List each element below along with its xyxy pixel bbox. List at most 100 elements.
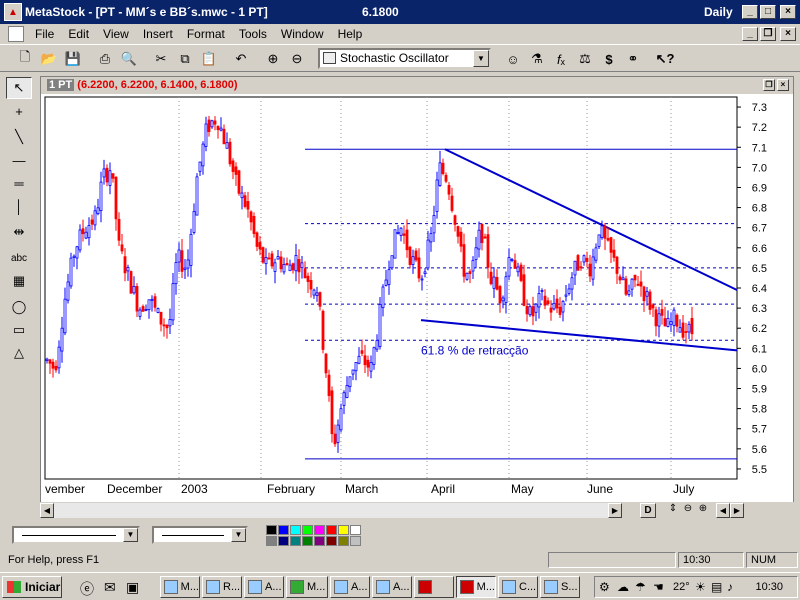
indicator-select[interactable]: Stochastic Oscillator ▼	[318, 48, 491, 69]
taskbar-button-5[interactable]: A...	[330, 576, 370, 598]
palette-swatch[interactable]	[302, 536, 313, 546]
paste-icon[interactable]: 📋	[198, 48, 220, 70]
price-chart[interactable]: 7.3 7.2 7.1 7.0 6.9 6.8 6.7 6.6 6.5 6.4 6.3 6.2 6.1 6…	[41, 95, 793, 519]
scroll-end-right-icon[interactable]: ▶	[730, 503, 744, 518]
sun-icon[interactable]: ☀	[695, 580, 706, 594]
zoom-in-icon[interactable]: ⊕	[262, 48, 284, 70]
rectangle-icon[interactable]: ▭	[6, 319, 32, 341]
system-tester-icon[interactable]: ⚖	[574, 48, 596, 70]
menu-edit[interactable]: Edit	[61, 27, 96, 41]
minimize-button[interactable]: _	[742, 5, 758, 19]
cut-icon[interactable]: ✂	[150, 48, 172, 70]
explorer-icon[interactable]: ⚗	[526, 48, 548, 70]
dollar-icon[interactable]: $	[598, 48, 620, 70]
line-style-select[interactable]: ▼	[12, 526, 140, 544]
metastock-app-icon[interactable]: ▲	[4, 3, 22, 21]
menu-insert[interactable]: Insert	[136, 27, 180, 41]
scroll-end-left-icon[interactable]: ◀	[716, 503, 730, 518]
expert-advisor-icon[interactable]: ☺	[502, 48, 524, 70]
vertical-line-icon[interactable]: │	[6, 195, 32, 217]
chart-close-button[interactable]: ×	[777, 79, 789, 91]
palette-swatch[interactable]	[350, 525, 361, 535]
scroll-right-icon[interactable]: ▶	[608, 503, 622, 518]
scroll-track[interactable]	[54, 503, 608, 518]
palette-swatch[interactable]	[266, 536, 277, 546]
document-icon[interactable]	[8, 26, 24, 42]
crosshair-icon[interactable]: +	[6, 100, 32, 122]
trendline-icon[interactable]: ╲	[6, 126, 32, 148]
palette-swatch[interactable]	[302, 525, 313, 535]
palette-swatch[interactable]	[350, 536, 361, 546]
palette-swatch[interactable]	[326, 525, 337, 535]
pointer-icon[interactable]: ↖	[6, 77, 32, 99]
chevron-down-icon[interactable]: ▼	[473, 50, 489, 67]
palette-swatch[interactable]	[278, 525, 289, 535]
text-icon[interactable]: abc	[6, 247, 32, 269]
open-folder-icon[interactable]: 📂	[38, 48, 60, 70]
palette-swatch[interactable]	[338, 525, 349, 535]
menu-format[interactable]: Format	[180, 27, 232, 41]
formula-icon[interactable]: fₓ	[550, 48, 572, 70]
binoculars-icon[interactable]: ⚭	[622, 48, 644, 70]
palette-swatch[interactable]	[314, 536, 325, 546]
close-button[interactable]: ×	[780, 5, 796, 19]
taskbar-button-3[interactable]: A...	[244, 576, 284, 598]
horizontal-line-icon[interactable]: —	[6, 149, 32, 171]
calendar-icon[interactable]: ▤	[711, 580, 722, 594]
taskbar-button-4[interactable]: M...	[286, 576, 328, 598]
chart-scrollbar[interactable]: ◀ ▶ D ⇕ ⊖ ⊕ ◀ ▶	[40, 502, 794, 520]
save-icon[interactable]: 💾	[62, 48, 84, 70]
taskbar-button-2[interactable]: R...	[202, 576, 242, 598]
palette-swatch[interactable]	[314, 525, 325, 535]
print-icon[interactable]: ⎙	[94, 48, 116, 70]
palette-swatch[interactable]	[338, 536, 349, 546]
menu-tools[interactable]: Tools	[232, 27, 274, 41]
palette-swatch[interactable]	[290, 536, 301, 546]
horizontal-line-alt-icon[interactable]: ═	[6, 172, 32, 194]
desktop-icon[interactable]: ▣	[126, 579, 139, 596]
doc-restore-button[interactable]: ❐	[760, 27, 776, 41]
palette-swatch[interactable]	[290, 525, 301, 535]
grid-icon[interactable]: ▦	[6, 270, 32, 292]
zoom-out-small-icon[interactable]: ⊖	[681, 503, 695, 518]
palette-swatch[interactable]	[326, 536, 337, 546]
hand-icon[interactable]: ☚	[653, 580, 664, 594]
palette-swatch[interactable]	[266, 525, 277, 535]
chevron-down-icon[interactable]: ▼	[231, 528, 246, 542]
ellipse-icon[interactable]: ◯	[6, 296, 32, 318]
menu-window[interactable]: Window	[274, 27, 331, 41]
color-palette[interactable]	[266, 525, 361, 546]
copy-icon[interactable]: ⧉	[174, 48, 196, 70]
tray-icon-3[interactable]: ☂	[635, 580, 646, 594]
periodicity-button[interactable]: D	[640, 503, 656, 518]
vertical-split-icon[interactable]: ⇹	[6, 221, 32, 243]
doc-minimize-button[interactable]: _	[742, 27, 758, 41]
tray-icon-1[interactable]: ⚙	[599, 580, 610, 594]
print-preview-icon[interactable]: 🔍	[118, 48, 140, 70]
scroll-vertical-icon[interactable]: ⇕	[666, 503, 680, 518]
scroll-left-icon[interactable]: ◀	[40, 503, 54, 518]
taskbar-button-acrobat[interactable]	[414, 576, 454, 598]
palette-swatch[interactable]	[278, 536, 289, 546]
maximize-button[interactable]: □	[760, 5, 776, 19]
taskbar-button-6[interactable]: A...	[372, 576, 412, 598]
doc-close-button[interactable]: ×	[780, 27, 796, 41]
new-file-icon[interactable]: 🗋	[14, 48, 36, 70]
outlook-icon[interactable]: ✉	[104, 579, 116, 596]
taskbar-button-9[interactable]: S...	[540, 576, 580, 598]
taskbar-button-1[interactable]: M...	[160, 576, 200, 598]
taskbar-button-8[interactable]: C...	[498, 576, 538, 598]
menu-help[interactable]: Help	[331, 27, 370, 41]
menu-file[interactable]: File	[28, 27, 61, 41]
tray-icon-2[interactable]: ☁	[617, 580, 629, 594]
start-button[interactable]: Iniciar	[2, 576, 62, 598]
triangle-icon[interactable]: △	[6, 342, 32, 364]
menu-view[interactable]: View	[96, 27, 136, 41]
chart-restore-button[interactable]: ❐	[763, 79, 775, 91]
line-weight-select[interactable]: ▼	[152, 526, 248, 544]
context-help-icon[interactable]: ↖?	[654, 48, 676, 70]
zoom-out-icon[interactable]: ⊖	[286, 48, 308, 70]
chevron-down-icon[interactable]: ▼	[123, 528, 138, 542]
zoom-in-small-icon[interactable]: ⊕	[696, 503, 710, 518]
browser-icon[interactable]: ⓔ	[80, 579, 94, 599]
